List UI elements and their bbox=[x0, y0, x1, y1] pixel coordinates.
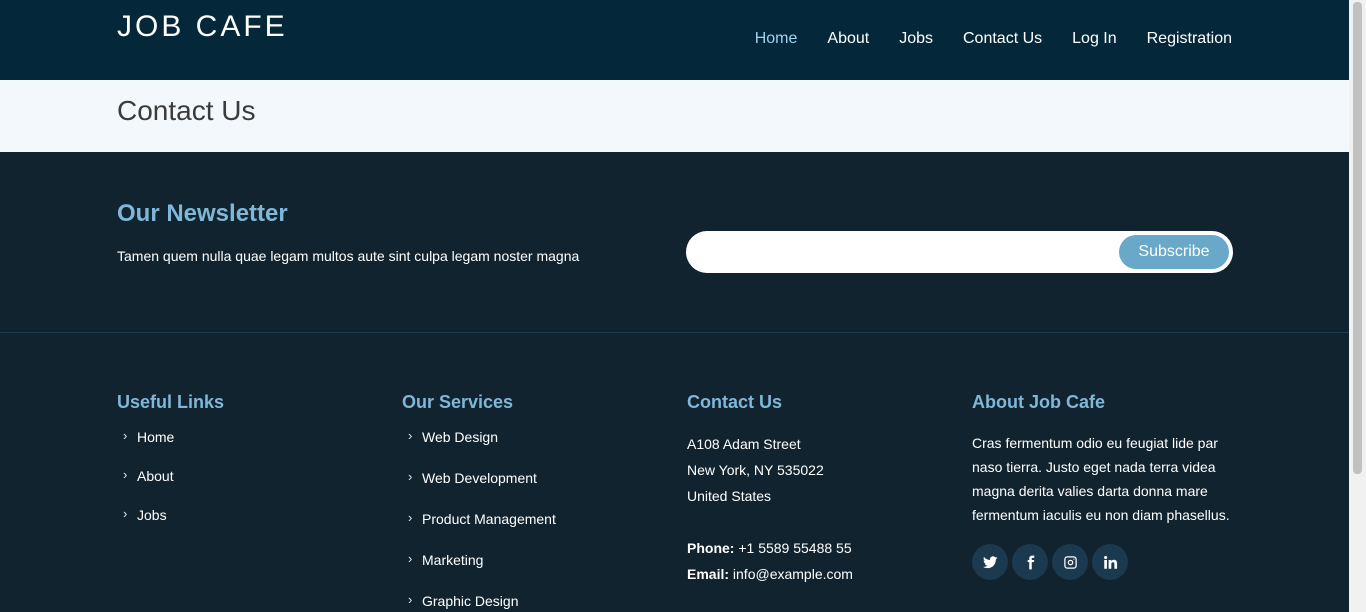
facebook-icon bbox=[1027, 555, 1034, 569]
social-links bbox=[972, 544, 1242, 580]
service-link-web-development[interactable]: Web Development bbox=[422, 470, 537, 486]
twitter-icon bbox=[982, 555, 997, 568]
service-link-product-management[interactable]: Product Management bbox=[422, 511, 556, 527]
list-item: › Marketing bbox=[402, 552, 556, 593]
about-title: About Job Cafe bbox=[972, 392, 1105, 412]
page-scrollbar[interactable] bbox=[1349, 0, 1366, 612]
site-footer: Useful Links › Home › About › Jobs Our S… bbox=[0, 334, 1349, 612]
page-title-bar: Contact Us bbox=[0, 80, 1349, 152]
footer-link-jobs[interactable]: Jobs bbox=[137, 507, 167, 523]
email-line: Email: info@example.com bbox=[687, 561, 853, 587]
nav-home[interactable]: Home bbox=[755, 30, 798, 48]
service-link-marketing[interactable]: Marketing bbox=[422, 552, 483, 568]
site-logo[interactable]: JOB CAFE bbox=[117, 10, 288, 44]
email-label: Email: bbox=[687, 566, 730, 582]
footer-link-home[interactable]: Home bbox=[137, 429, 174, 445]
address-line: A108 Adam Street bbox=[687, 436, 801, 452]
nav-jobs[interactable]: Jobs bbox=[899, 30, 933, 48]
subscribe-button[interactable]: Subscribe bbox=[1119, 235, 1229, 269]
main-nav: Home About Jobs Contact Us Log In Regist… bbox=[755, 30, 1232, 48]
useful-links-title: Useful Links bbox=[117, 392, 225, 412]
useful-links-column: Useful Links › Home › About › Jobs bbox=[117, 392, 224, 546]
chevron-right-icon: › bbox=[408, 469, 413, 484]
contact-title: Contact Us bbox=[687, 392, 783, 412]
address-line: United States bbox=[687, 488, 772, 504]
chevron-right-icon: › bbox=[408, 428, 413, 443]
phone-line: Phone: +1 5589 55488 55 bbox=[687, 535, 853, 561]
linkedin-icon bbox=[1103, 555, 1117, 569]
service-link-web-design[interactable]: Web Design bbox=[422, 429, 498, 445]
newsletter-title: Our Newsletter bbox=[117, 200, 288, 227]
twitter-link[interactable] bbox=[972, 544, 1008, 580]
services-title: Our Services bbox=[402, 392, 514, 412]
facebook-link[interactable] bbox=[1012, 544, 1048, 580]
scrollbar-thumb[interactable] bbox=[1353, 2, 1362, 474]
services-column: Our Services › Web Design › Web Developm… bbox=[402, 392, 556, 612]
nav-registration[interactable]: Registration bbox=[1147, 30, 1232, 48]
phone-value: +1 5589 55488 55 bbox=[738, 540, 852, 556]
service-link-graphic-design[interactable]: Graphic Design bbox=[422, 593, 519, 609]
list-item: › Graphic Design bbox=[402, 593, 556, 612]
list-item: › Product Management bbox=[402, 511, 556, 552]
newsletter-section: Our Newsletter Tamen quem nulla quae leg… bbox=[0, 152, 1349, 333]
site-header: JOB CAFE Home About Jobs Contact Us Log … bbox=[0, 0, 1349, 80]
instagram-icon bbox=[1063, 555, 1077, 569]
list-item: › Jobs bbox=[117, 507, 224, 546]
list-item: › Web Development bbox=[402, 470, 556, 511]
chevron-right-icon: › bbox=[408, 592, 413, 607]
chevron-right-icon: › bbox=[123, 467, 128, 482]
list-item: › Web Design bbox=[402, 429, 556, 470]
about-text: Cras fermentum odio eu feugiat lide par … bbox=[972, 435, 1230, 523]
newsletter-text: Tamen quem nulla quae legam multos aute … bbox=[117, 248, 580, 264]
phone-label: Phone: bbox=[687, 540, 735, 556]
chevron-right-icon: › bbox=[123, 428, 128, 443]
email-value[interactable]: info@example.com bbox=[733, 566, 853, 582]
chevron-right-icon: › bbox=[123, 506, 128, 521]
instagram-link[interactable] bbox=[1052, 544, 1088, 580]
newsletter-email-input[interactable] bbox=[700, 239, 1110, 265]
nav-contact-us[interactable]: Contact Us bbox=[963, 30, 1042, 48]
services-list: › Web Design › Web Development › Product… bbox=[402, 429, 556, 612]
contact-column: Contact Us A108 Adam Street New York, NY… bbox=[687, 392, 853, 587]
newsletter-form: Subscribe bbox=[686, 231, 1233, 273]
address: A108 Adam Street New York, NY 535022 Uni… bbox=[687, 431, 853, 509]
chevron-right-icon: › bbox=[408, 551, 413, 566]
list-item: › Home bbox=[117, 429, 224, 468]
list-item: › About bbox=[117, 468, 224, 507]
useful-links-list: › Home › About › Jobs bbox=[117, 429, 224, 546]
linkedin-link[interactable] bbox=[1092, 544, 1128, 580]
page-title: Contact Us bbox=[117, 95, 256, 126]
footer-link-about[interactable]: About bbox=[137, 468, 174, 484]
address-line: New York, NY 535022 bbox=[687, 462, 824, 478]
nav-log-in[interactable]: Log In bbox=[1072, 30, 1116, 48]
nav-about[interactable]: About bbox=[827, 30, 869, 48]
about-column: About Job Cafe Cras fermentum odio eu fe… bbox=[972, 392, 1242, 580]
chevron-right-icon: › bbox=[408, 510, 413, 525]
